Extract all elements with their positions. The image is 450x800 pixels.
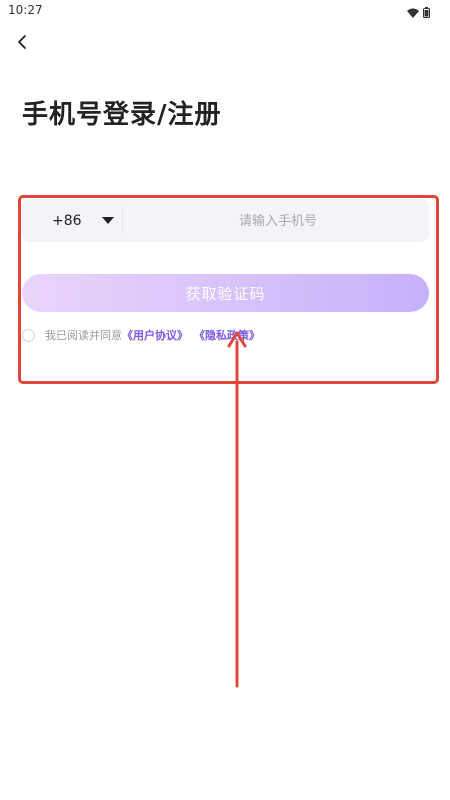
chevron-left-icon: [16, 34, 28, 54]
status-icons: [407, 3, 430, 22]
agreement-checkbox[interactable]: [22, 328, 35, 342]
caret-down-icon: [102, 217, 114, 224]
phone-number-input[interactable]: [123, 199, 433, 244]
country-code-selector[interactable]: +86: [22, 199, 122, 242]
get-code-button-label: 获取验证码: [185, 284, 266, 303]
agreement-prefix: 我已阅读并同意: [45, 329, 122, 342]
page-title: 手机号登录/注册: [22, 100, 222, 130]
get-verification-code-button[interactable]: 获取验证码: [22, 274, 429, 312]
back-button[interactable]: [10, 32, 34, 56]
agreement-row: 我已阅读并同意 《用户协议》 《隐私政策》: [22, 327, 260, 343]
user-agreement-link[interactable]: 《用户协议》: [122, 327, 188, 343]
status-bar: 10:27: [0, 0, 450, 22]
login-screen: 10:27 手机号登录/注册 +86 请输入手机号 获取验证码 我已阅读并同意 …: [0, 0, 450, 800]
privacy-policy-link[interactable]: 《隐私政策》: [194, 327, 260, 343]
wifi-icon: [407, 3, 419, 22]
battery-icon: [423, 3, 430, 22]
country-code-label: +86: [52, 212, 82, 229]
status-time: 10:27: [8, 3, 43, 17]
phone-input-row: +86: [22, 199, 433, 244]
